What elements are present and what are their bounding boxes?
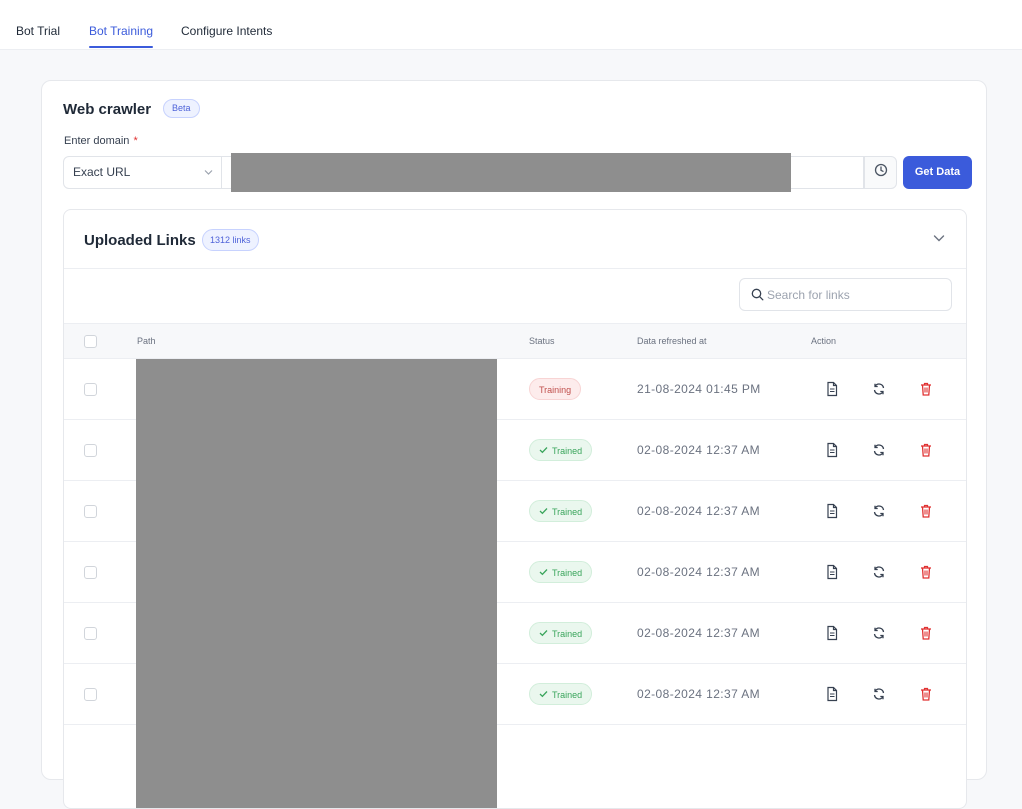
status-badge: Trained [529, 561, 593, 583]
trash-icon[interactable] [919, 686, 933, 702]
document-icon[interactable] [825, 381, 839, 397]
trash-icon[interactable] [919, 381, 933, 397]
history-button[interactable] [864, 156, 897, 189]
status-text: Trained [552, 446, 583, 456]
refreshed-at: 02-08-2024 12:37 AM [637, 687, 761, 701]
status-badge: Trained [529, 683, 593, 705]
check-icon [539, 629, 552, 639]
refreshed-at: 21-08-2024 01:45 PM [637, 382, 761, 396]
refresh-icon[interactable] [872, 442, 886, 458]
refreshed-at: 02-08-2024 12:37 AM [637, 443, 761, 457]
status-text: Trained [552, 690, 583, 700]
document-icon[interactable] [825, 564, 839, 580]
status-badge: Trained [529, 500, 593, 522]
header-refreshed: Data refreshed at [637, 336, 707, 346]
uploaded-links-panel: Uploaded Links 1312 links Path Status Da… [63, 209, 967, 809]
document-icon[interactable] [825, 625, 839, 641]
web-crawler-card: Web crawler Beta Enter domain * Exact URL… [41, 80, 987, 809]
header-action: Action [811, 336, 837, 346]
document-icon[interactable] [825, 442, 839, 458]
redacted-url [231, 153, 791, 192]
row-checkbox[interactable] [84, 566, 97, 579]
status-text: Trained [552, 568, 583, 578]
trash-icon[interactable] [919, 503, 933, 519]
trash-icon[interactable] [919, 564, 933, 580]
tab-configure-intents[interactable]: Configure Intents [181, 24, 272, 38]
header-status: Status [529, 336, 555, 346]
check-icon [539, 446, 552, 456]
row-checkbox[interactable] [84, 688, 97, 701]
domain-label-text: Enter domain [64, 135, 130, 147]
refresh-icon[interactable] [872, 625, 886, 641]
search-box[interactable] [739, 278, 952, 311]
panel-title: Uploaded Links [84, 232, 196, 249]
required-mark: * [133, 135, 138, 147]
card-title: Web crawler [63, 101, 152, 118]
match-type-value: Exact URL [73, 165, 131, 179]
document-icon[interactable] [825, 686, 839, 702]
check-icon [539, 690, 552, 700]
table-header: Path Status Data refreshed at Action [64, 323, 966, 359]
links-count-badge: 1312 links [202, 229, 259, 251]
beta-badge: Beta [163, 99, 200, 118]
row-checkbox[interactable] [84, 627, 97, 640]
trash-icon[interactable] [919, 442, 933, 458]
refresh-icon[interactable] [872, 503, 886, 519]
domain-label: Enter domain * [64, 135, 138, 147]
history-icon [874, 163, 888, 182]
chevron-down-icon[interactable] [932, 231, 946, 245]
status-text: Trained [552, 507, 583, 517]
refreshed-at: 02-08-2024 12:37 AM [637, 565, 761, 579]
divider [64, 268, 966, 269]
chevron-down-icon [204, 157, 213, 201]
status-badge: Trained [529, 439, 593, 461]
status-badge: Trained [529, 622, 593, 644]
refreshed-at: 02-08-2024 12:37 AM [637, 504, 761, 518]
redacted-paths [136, 359, 497, 808]
refresh-icon[interactable] [872, 381, 886, 397]
refresh-icon[interactable] [872, 564, 886, 580]
check-icon [539, 568, 552, 578]
refreshed-at: 02-08-2024 12:37 AM [637, 626, 761, 640]
search-icon [751, 288, 764, 306]
trash-icon[interactable] [919, 625, 933, 641]
get-data-button[interactable]: Get Data [903, 156, 972, 189]
tab-bot-training[interactable]: Bot Training [89, 24, 154, 48]
row-checkbox[interactable] [84, 383, 97, 396]
row-checkbox[interactable] [84, 505, 97, 518]
header-path: Path [137, 336, 156, 346]
status-text: Training [539, 385, 572, 395]
match-type-select[interactable]: Exact URL [63, 156, 222, 189]
search-input[interactable] [767, 285, 942, 305]
status-badge: Training [529, 378, 582, 400]
row-checkbox[interactable] [84, 444, 97, 457]
select-all-checkbox[interactable] [84, 335, 97, 348]
check-icon [539, 507, 552, 517]
refresh-icon[interactable] [872, 686, 886, 702]
document-icon[interactable] [825, 503, 839, 519]
tab-bot-trial[interactable]: Bot Trial [16, 24, 60, 38]
top-nav: Bot Trial Bot Training Configure Intents [0, 0, 1022, 50]
status-text: Trained [552, 629, 583, 639]
